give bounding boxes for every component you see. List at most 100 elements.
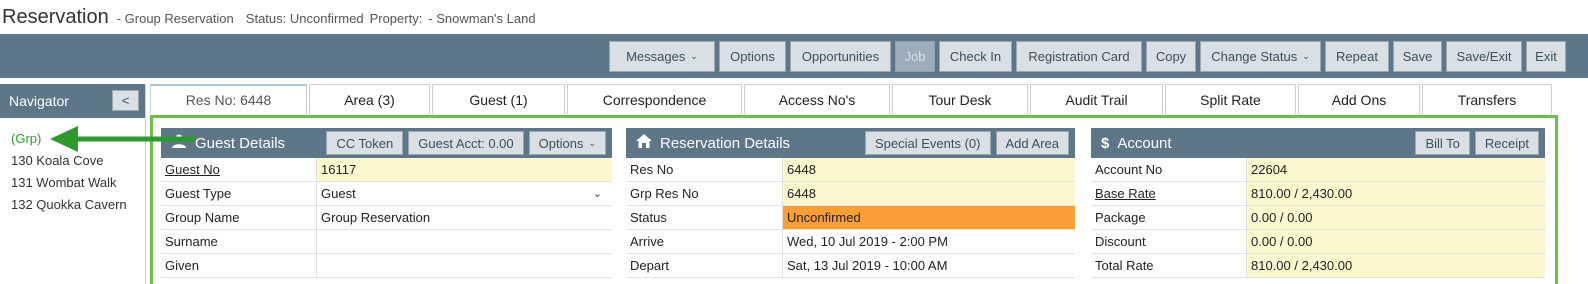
tab-area[interactable]: Area (3) [309,84,430,114]
given-row: Given [161,254,612,278]
tab-guest[interactable]: Guest (1) [432,84,565,114]
tab-split-rate[interactable]: Split Rate [1165,84,1296,114]
save-exit-button[interactable]: Save/Exit [1446,41,1522,72]
total-rate-row: Total Rate 810.00 / 2,430.00 [1091,254,1545,278]
account-title: Account [1117,134,1172,152]
surname-field[interactable] [316,230,612,253]
reservation-details-panel: Reservation Details Special Events (0) A… [626,128,1075,278]
guest-details-header: Guest Details CC Token Guest Acct: 0.00 … [161,128,612,158]
arrive-value[interactable]: Wed, 10 Jul 2019 - 2:00 PM [782,230,1075,253]
depart-label: Depart [630,258,670,273]
total-rate-value: 810.00 / 2,430.00 [1246,254,1545,277]
discount-value: 0.00 / 0.00 [1246,230,1545,253]
page-title: Reservation [2,6,109,28]
navigator-item[interactable]: 131 Wombat Walk [0,172,145,194]
home-icon [636,134,652,152]
navigator-panel: Navigator < (Grp) 130 Koala Cove 131 Wom… [0,84,146,284]
guest-details-title: Guest Details [195,134,286,152]
package-row: Package 0.00 / 0.00 [1091,206,1545,230]
grp-res-no-row: Grp Res No 6448 [626,182,1075,206]
arrive-row: Arrive Wed, 10 Jul 2019 - 2:00 PM [626,230,1075,254]
surname-row: Surname [161,230,612,254]
account-header: $ Account Bill To Receipt [1091,128,1545,158]
guest-no-field[interactable]: 16117 [316,158,612,181]
guest-details-panel: Guest Details CC Token Guest Acct: 0.00 … [161,128,612,278]
grp-res-no-value: 6448 [782,182,1075,205]
group-name-label: Group Name [165,210,240,225]
property-label: Property: [369,11,423,26]
guest-options-button[interactable]: Options ⌄ [528,131,606,155]
reservation-details-header: Reservation Details Special Events (0) A… [626,128,1075,158]
tab-transfers[interactable]: Transfers [1422,84,1552,114]
receipt-button[interactable]: Receipt [1474,131,1539,155]
guest-type-row: Guest Type Guest ⌄ [161,182,612,206]
status-badge: Unconfirmed [782,206,1075,229]
reservation-type: - Group Reservation [116,11,234,26]
base-rate-row: Base Rate 810.00 / 2,430.00 [1091,182,1545,206]
res-no-row: Res No 6448 [626,158,1075,182]
package-label: Package [1095,210,1146,225]
save-button[interactable]: Save [1393,41,1442,72]
group-name-field[interactable]: Group Reservation [316,206,612,229]
guest-type-label: Guest Type [165,186,232,201]
depart-value[interactable]: Sat, 13 Jul 2019 - 10:00 AM [782,254,1075,277]
grp-res-no-label: Grp Res No [630,186,699,201]
repeat-button[interactable]: Repeat [1325,41,1389,72]
given-field[interactable] [316,254,612,277]
reservation-details-title: Reservation Details [660,134,791,152]
chevron-down-icon: ⌄ [690,51,698,61]
navigator-item[interactable]: 130 Koala Cove [0,150,145,172]
navigator-header: Navigator < [0,84,145,118]
reservation-status: Status: Unconfirmed [245,11,364,26]
toolbar: Messages ⌄ Options Opportunities Job Chec… [0,34,1588,78]
guest-type-select[interactable]: Guest ⌄ [316,182,612,205]
depart-row: Depart Sat, 13 Jul 2019 - 10:00 AM [626,254,1075,278]
guest-no-link[interactable]: Guest No [161,158,316,181]
status-label: Status [630,210,667,225]
status-row: Status Unconfirmed [626,206,1075,230]
annotation-arrow-icon [50,126,196,152]
collapse-navigator-button[interactable]: < [112,90,139,111]
surname-label: Surname [165,234,218,249]
tab-audit-trail[interactable]: Audit Trail [1030,84,1163,114]
add-area-button[interactable]: Add Area [995,131,1069,155]
tab-res-no[interactable]: Res No: 6448 [150,84,307,114]
registration-card-button[interactable]: Registration Card [1016,41,1142,72]
job-button[interactable]: Job [895,41,935,72]
total-rate-label: Total Rate [1095,258,1154,273]
chevron-left-icon: < [121,93,130,108]
account-no-value: 22604 [1246,158,1545,181]
discount-row: Discount 0.00 / 0.00 [1091,230,1545,254]
given-label: Given [165,258,199,273]
account-no-row: Account No 22604 [1091,158,1545,182]
tab-add-ons[interactable]: Add Ons [1298,84,1420,114]
dollar-icon: $ [1101,134,1110,152]
res-no-value: 6448 [782,158,1075,181]
chevron-down-icon: ⌄ [1302,51,1310,61]
account-panel: $ Account Bill To Receipt Account No 226… [1091,128,1545,278]
tab-correspondence[interactable]: Correspondence [567,84,742,114]
tab-access-nos[interactable]: Access No's [744,84,890,114]
opportunities-button[interactable]: Opportunities [790,41,891,72]
base-rate-link[interactable]: Base Rate [1091,182,1246,205]
bill-to-button[interactable]: Bill To [1415,131,1470,155]
options-button[interactable]: Options [719,41,786,72]
guest-account-button[interactable]: Guest Acct: 0.00 [408,131,524,155]
group-name-row: Group Name Group Reservation [161,206,612,230]
exit-button[interactable]: Exit [1526,41,1566,72]
messages-button[interactable]: Messages ⌄ [609,41,715,72]
reservation-content-frame: Guest Details CC Token Guest Acct: 0.00 … [150,115,1558,284]
property-name: - Snowman's Land [428,11,536,26]
discount-label: Discount [1095,234,1146,249]
special-events-button[interactable]: Special Events (0) [865,131,991,155]
chevron-down-icon: ⌄ [588,137,596,148]
guest-no-row: Guest No 16117 [161,158,612,182]
chevron-down-icon: ⌄ [592,188,602,200]
account-no-label: Account No [1095,162,1163,177]
tab-tour-desk[interactable]: Tour Desk [892,84,1028,114]
cc-token-button[interactable]: CC Token [326,131,404,155]
check-in-button[interactable]: Check In [939,41,1012,72]
change-status-button[interactable]: Change Status ⌄ [1200,41,1321,72]
copy-button[interactable]: Copy [1146,41,1196,72]
navigator-item[interactable]: 132 Quokka Cavern [0,194,145,216]
